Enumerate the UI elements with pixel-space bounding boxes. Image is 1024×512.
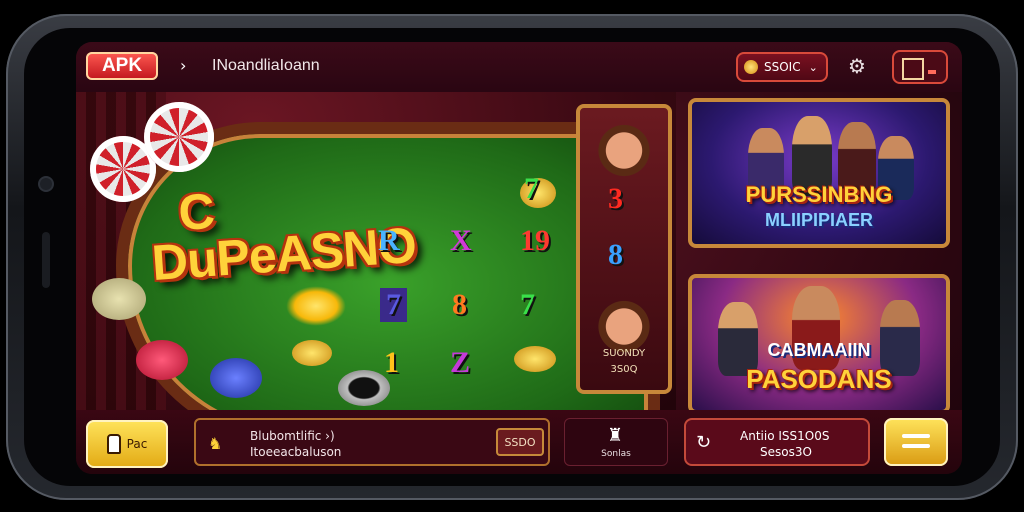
coin-balance-button[interactable]: SSOIC ⌄: [736, 52, 828, 82]
poker-chip: [210, 358, 262, 398]
table-emblem: [286, 286, 346, 326]
card-title-line2: MLIIPIPIAER: [764, 210, 873, 230]
back-arrow-icon[interactable]: ›: [180, 56, 186, 75]
poker-chip: [136, 340, 188, 380]
apk-badge[interactable]: APK: [86, 52, 158, 80]
reward-panel[interactable]: ↻ Antiio ISS1O0S Sesos3O: [684, 418, 870, 466]
game-screen: APK › INoandliaIoann SSOIC ⌄ ⚙ C DuPeASN…: [76, 42, 962, 474]
slot-symbol: 1: [384, 346, 399, 379]
poker-chip: [144, 102, 214, 172]
menu-dot-icon: [928, 70, 936, 74]
slot-symbol: 7: [524, 172, 539, 205]
reward-line-2: Sesos3O: [760, 445, 812, 459]
top-bar: APK › INoandliaIoann SSOIC ⌄ ⚙: [76, 42, 962, 92]
hamburger-bar: [902, 434, 930, 438]
character-button-label: Sonlas: [601, 449, 631, 459]
hamburger-bar: [902, 444, 930, 448]
card-title-line1: PURSSINBNG: [745, 182, 893, 207]
slot-symbol: 7: [380, 288, 407, 322]
phone-side-button: [42, 232, 50, 288]
slot-symbol: Z: [450, 346, 471, 379]
menu-button[interactable]: [892, 50, 948, 84]
character-button[interactable]: ♜ Sonlas: [564, 418, 668, 466]
card-title-line1: CABMAAIIN: [767, 340, 871, 360]
side-reel-amount: 3S0Q: [610, 364, 638, 375]
slot-symbol: 19: [520, 224, 550, 257]
info-panel[interactable]: ♞ Blubomtlific ›) Itoeeacbaluson SSDO: [194, 418, 550, 466]
gold-coin: [292, 340, 332, 366]
bell-icon: ♞: [208, 434, 223, 453]
menu-square-icon: [902, 58, 924, 80]
side-reel-symbol: 3: [608, 182, 623, 215]
info-line-1: Blubomtlific ›): [250, 429, 335, 443]
hamburger-menu-button[interactable]: [884, 418, 948, 466]
slot-symbol: X: [450, 224, 472, 257]
settings-gear-icon[interactable]: ⚙: [848, 54, 866, 78]
slot-symbol: 8: [452, 288, 467, 321]
slot-symbol: 7: [520, 288, 535, 321]
card-title-line2: PASODANS: [746, 364, 892, 394]
side-reel-label: SUONDY: [602, 348, 646, 359]
gold-coin: [514, 346, 556, 372]
reward-line-1: Antiio ISS1O0S: [740, 429, 830, 443]
side-reel-symbol: 8: [608, 238, 623, 271]
home-button[interactable]: Pac: [86, 420, 168, 468]
home-button-label: Pac: [126, 437, 148, 451]
slot-symbol: R: [378, 224, 400, 257]
dealer-button: [338, 370, 390, 406]
side-reel-column: 3 8 SUONDY 3S0Q: [576, 104, 672, 394]
coin-icon: [744, 60, 758, 74]
poker-chip: [92, 278, 146, 320]
info-action-button[interactable]: SSDO: [496, 428, 544, 456]
camera-dot: [40, 178, 52, 190]
info-line-2: Itoeeacbaluson: [250, 445, 342, 459]
app-title: INoandliaIoann: [212, 57, 320, 74]
refresh-icon: ↻: [696, 432, 712, 453]
game-card-1[interactable]: PURSSINBNG MLIIPIPIAER: [688, 98, 950, 248]
key-icon: [106, 434, 121, 454]
chevron-down-icon: ⌄: [808, 60, 818, 74]
game-logo: C DuPeASNO: [147, 173, 418, 291]
character-icon: ♜: [607, 425, 624, 446]
coin-amount: SSOIC: [764, 60, 801, 74]
game-card-2[interactable]: CABMAAIIN PASODANS: [688, 274, 950, 414]
character-portrait: [588, 112, 660, 182]
